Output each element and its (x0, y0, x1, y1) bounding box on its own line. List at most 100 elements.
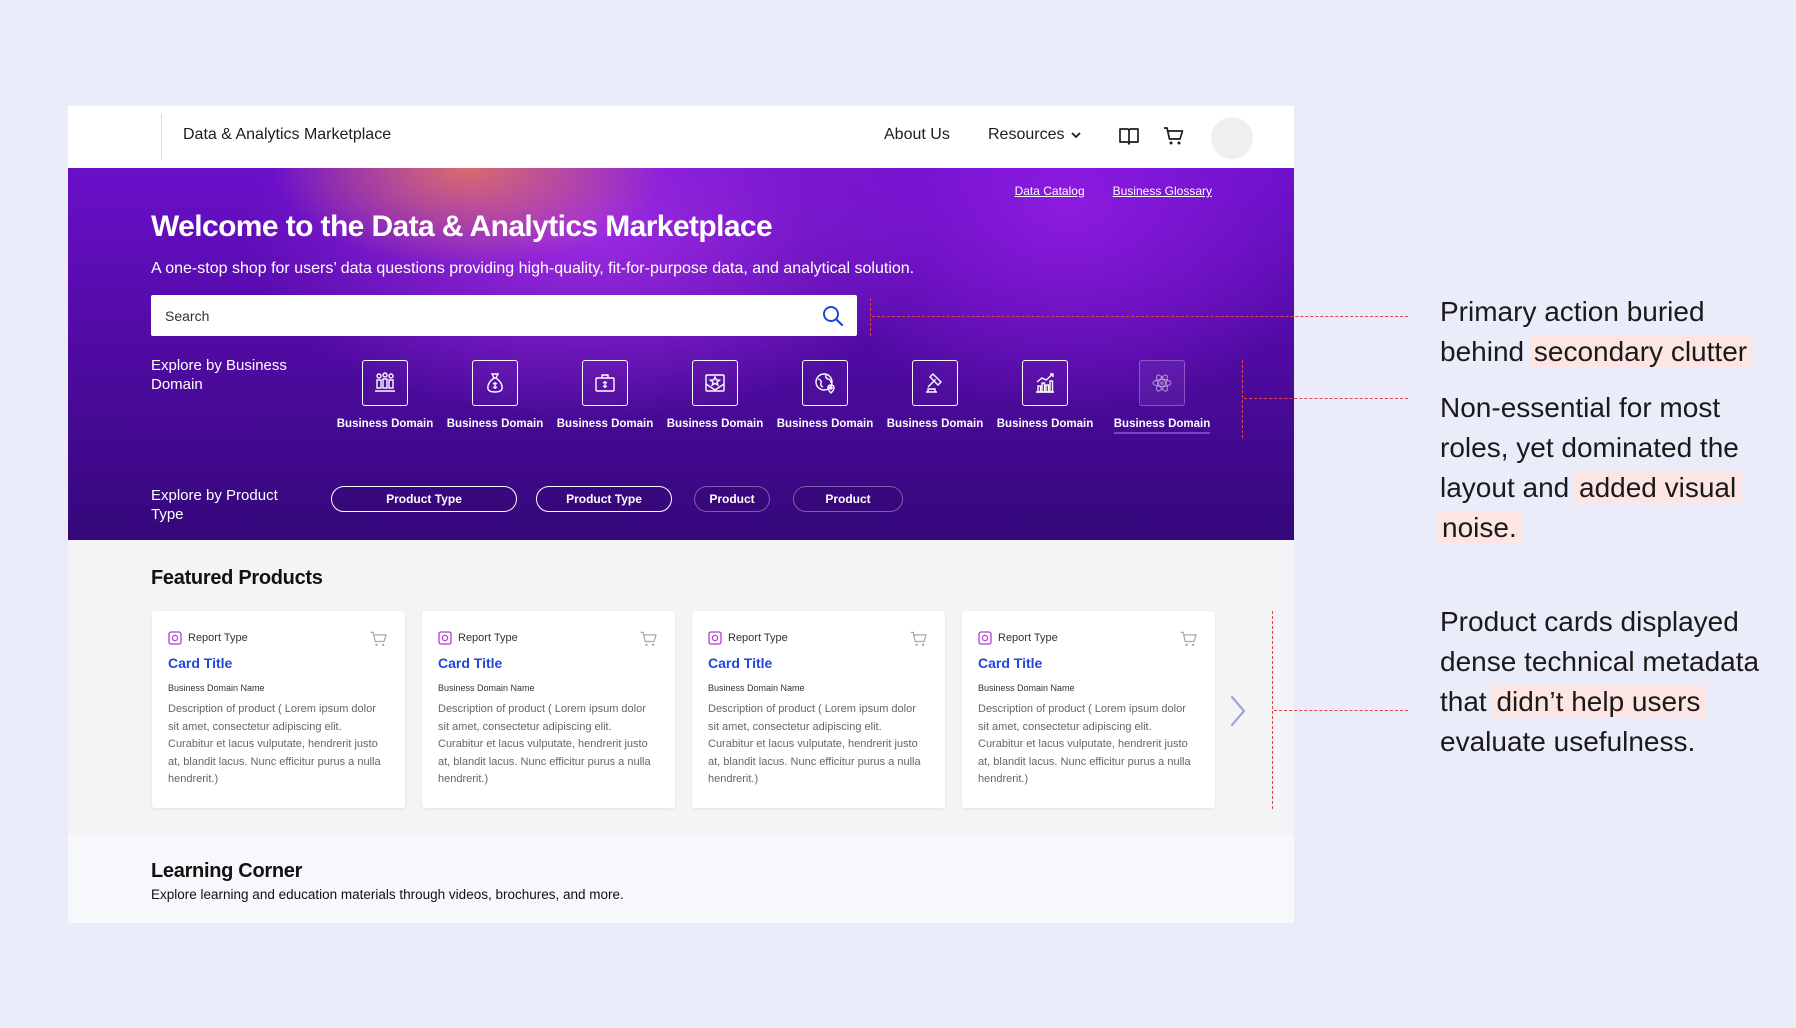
nav-resources-label: Resources (988, 126, 1065, 143)
people-chart-icon (375, 372, 395, 392)
product-pill[interactable]: Product (694, 486, 770, 512)
product-card[interactable]: Report Type Card Title Business Domain N… (962, 611, 1215, 808)
badge-envelope-icon (705, 374, 725, 392)
product-card[interactable]: Report Type Card Title Business Domain N… (422, 611, 675, 808)
card-title[interactable]: Card Title (978, 655, 1042, 671)
card-domain-name: Business Domain Name (708, 683, 805, 693)
report-type: Report Type (168, 631, 248, 645)
chevron-down-icon (1071, 132, 1082, 139)
note-highlight: added visual (1574, 472, 1742, 503)
report-type-icon (978, 631, 992, 645)
annotation-line-cards (1274, 710, 1408, 711)
domain-label: Business Domain (666, 418, 764, 430)
domain-tile-5[interactable]: Business Domain (773, 360, 877, 430)
card-description: Description of product ( Lorem ipsum dol… (168, 703, 381, 785)
note-highlight: secondary clutter (1528, 336, 1753, 367)
product-type-pill[interactable]: Product Type (536, 486, 672, 512)
book-icon[interactable] (1117, 124, 1141, 148)
report-type: Report Type (708, 631, 788, 645)
annotation-note-primary-action: Primary action buried behind secondary c… (1440, 292, 1780, 372)
domain-label: Business Domain (446, 418, 544, 430)
card-description: Description of product ( Lorem ipsum dol… (708, 703, 921, 785)
domain-tile-2[interactable]: Business Domain (443, 360, 547, 430)
product-pill[interactable]: Product (793, 486, 903, 512)
report-type-icon (708, 631, 722, 645)
annotation-note-product-cards: Product cards displayed dense technical … (1440, 602, 1780, 762)
user-avatar[interactable] (1211, 117, 1253, 159)
explore-domain-label: Explore by Business Domain (151, 357, 287, 393)
learning-corner-title: Learning Corner (151, 860, 303, 882)
report-type-label: Report Type (458, 632, 518, 644)
brand-title[interactable]: Data & Analytics Marketplace (183, 126, 391, 144)
domain-tile-4[interactable]: Business Domain (663, 360, 767, 430)
card-description: Description of product ( Lorem ipsum dol… (978, 703, 1191, 785)
search-icon[interactable] (821, 304, 845, 328)
report-type-label: Report Type (728, 632, 788, 644)
annotation-line-search (872, 316, 1408, 317)
report-type: Report Type (438, 631, 518, 645)
top-nav-bar: Data & Analytics Marketplace About Us Re… (68, 106, 1294, 168)
product-card[interactable]: Report Type Card Title Business Domain N… (152, 611, 405, 808)
annotation-line-domains (1244, 398, 1408, 399)
domain-label: Business Domain (776, 418, 874, 430)
domain-label: Business Domain (556, 418, 654, 430)
annotation-bracket-domains (1242, 360, 1243, 438)
card-title[interactable]: Card Title (168, 655, 232, 671)
search-input[interactable] (151, 295, 819, 336)
domain-tile-1[interactable]: Business Domain (333, 360, 437, 430)
domain-label: Business Domain (336, 418, 434, 430)
explore-product-label: Explore by Product Type (151, 487, 278, 523)
hero-links: Data Catalog Business Glossary (1015, 184, 1212, 198)
hero-banner: Data Catalog Business Glossary Welcome t… (68, 168, 1294, 540)
cart-icon[interactable] (1162, 124, 1186, 148)
learning-corner-section: Learning Corner Explore learning and edu… (68, 836, 1294, 923)
card-description: Description of product ( Lorem ipsum dol… (438, 703, 651, 785)
note-highlight: didn’t help users (1491, 686, 1706, 717)
gavel-icon (926, 373, 942, 393)
add-to-cart-icon[interactable] (639, 629, 659, 649)
note-highlight: noise. (1437, 512, 1522, 543)
featured-products-title: Featured Products (151, 567, 323, 589)
report-type: Report Type (978, 631, 1058, 645)
card-title[interactable]: Card Title (708, 655, 772, 671)
report-type-label: Report Type (998, 632, 1058, 644)
hero-subtitle: A one-stop shop for users’ data question… (151, 260, 915, 277)
domain-tile-3[interactable]: Business Domain (553, 360, 657, 430)
nav-about-us[interactable]: About Us (884, 126, 950, 144)
report-type-icon (168, 631, 182, 645)
data-catalog-link[interactable]: Data Catalog (1015, 184, 1085, 198)
card-domain-name: Business Domain Name (438, 683, 535, 693)
chevron-right-icon[interactable] (1228, 693, 1248, 729)
money-bag-icon (487, 373, 503, 393)
learning-corner-description: Explore learning and education materials… (151, 887, 624, 902)
bar-chart-icon (1036, 373, 1054, 393)
domain-tile-8[interactable]: Business Domain (1103, 360, 1221, 434)
annotation-bracket-cards (1272, 611, 1273, 809)
domain-label: Business Domain (996, 418, 1094, 430)
search-bar (151, 295, 857, 336)
add-to-cart-icon[interactable] (369, 629, 389, 649)
atom-icon (1152, 374, 1172, 392)
business-glossary-link[interactable]: Business Glossary (1113, 184, 1212, 198)
add-to-cart-icon[interactable] (909, 629, 929, 649)
report-type-label: Report Type (188, 632, 248, 644)
domain-tile-6[interactable]: Business Domain (883, 360, 987, 430)
briefcase-icon (595, 374, 615, 392)
domain-tile-7[interactable]: Business Domain (993, 360, 1097, 430)
annotation-note-non-essential: Non-essential for most roles, yet domina… (1437, 388, 1780, 548)
annotation-bracket-search (870, 298, 871, 336)
card-domain-name: Business Domain Name (978, 683, 1075, 693)
card-title[interactable]: Card Title (438, 655, 502, 671)
product-card[interactable]: Report Type Card Title Business Domain N… (692, 611, 945, 808)
nav-resources[interactable]: Resources (988, 126, 1082, 144)
hero-title: Welcome to the Data & Analytics Marketpl… (151, 210, 773, 243)
product-type-pill[interactable]: Product Type (331, 486, 517, 512)
note-text: evaluate usefulness. (1440, 726, 1696, 757)
card-domain-name: Business Domain Name (168, 683, 265, 693)
domain-label: Business Domain (886, 418, 984, 430)
add-to-cart-icon[interactable] (1179, 629, 1199, 649)
report-type-icon (438, 631, 452, 645)
globe-pin-icon (815, 373, 835, 394)
marketplace-mockup: Data & Analytics Marketplace About Us Re… (68, 106, 1294, 923)
domain-label: Business Domain (1103, 418, 1221, 434)
